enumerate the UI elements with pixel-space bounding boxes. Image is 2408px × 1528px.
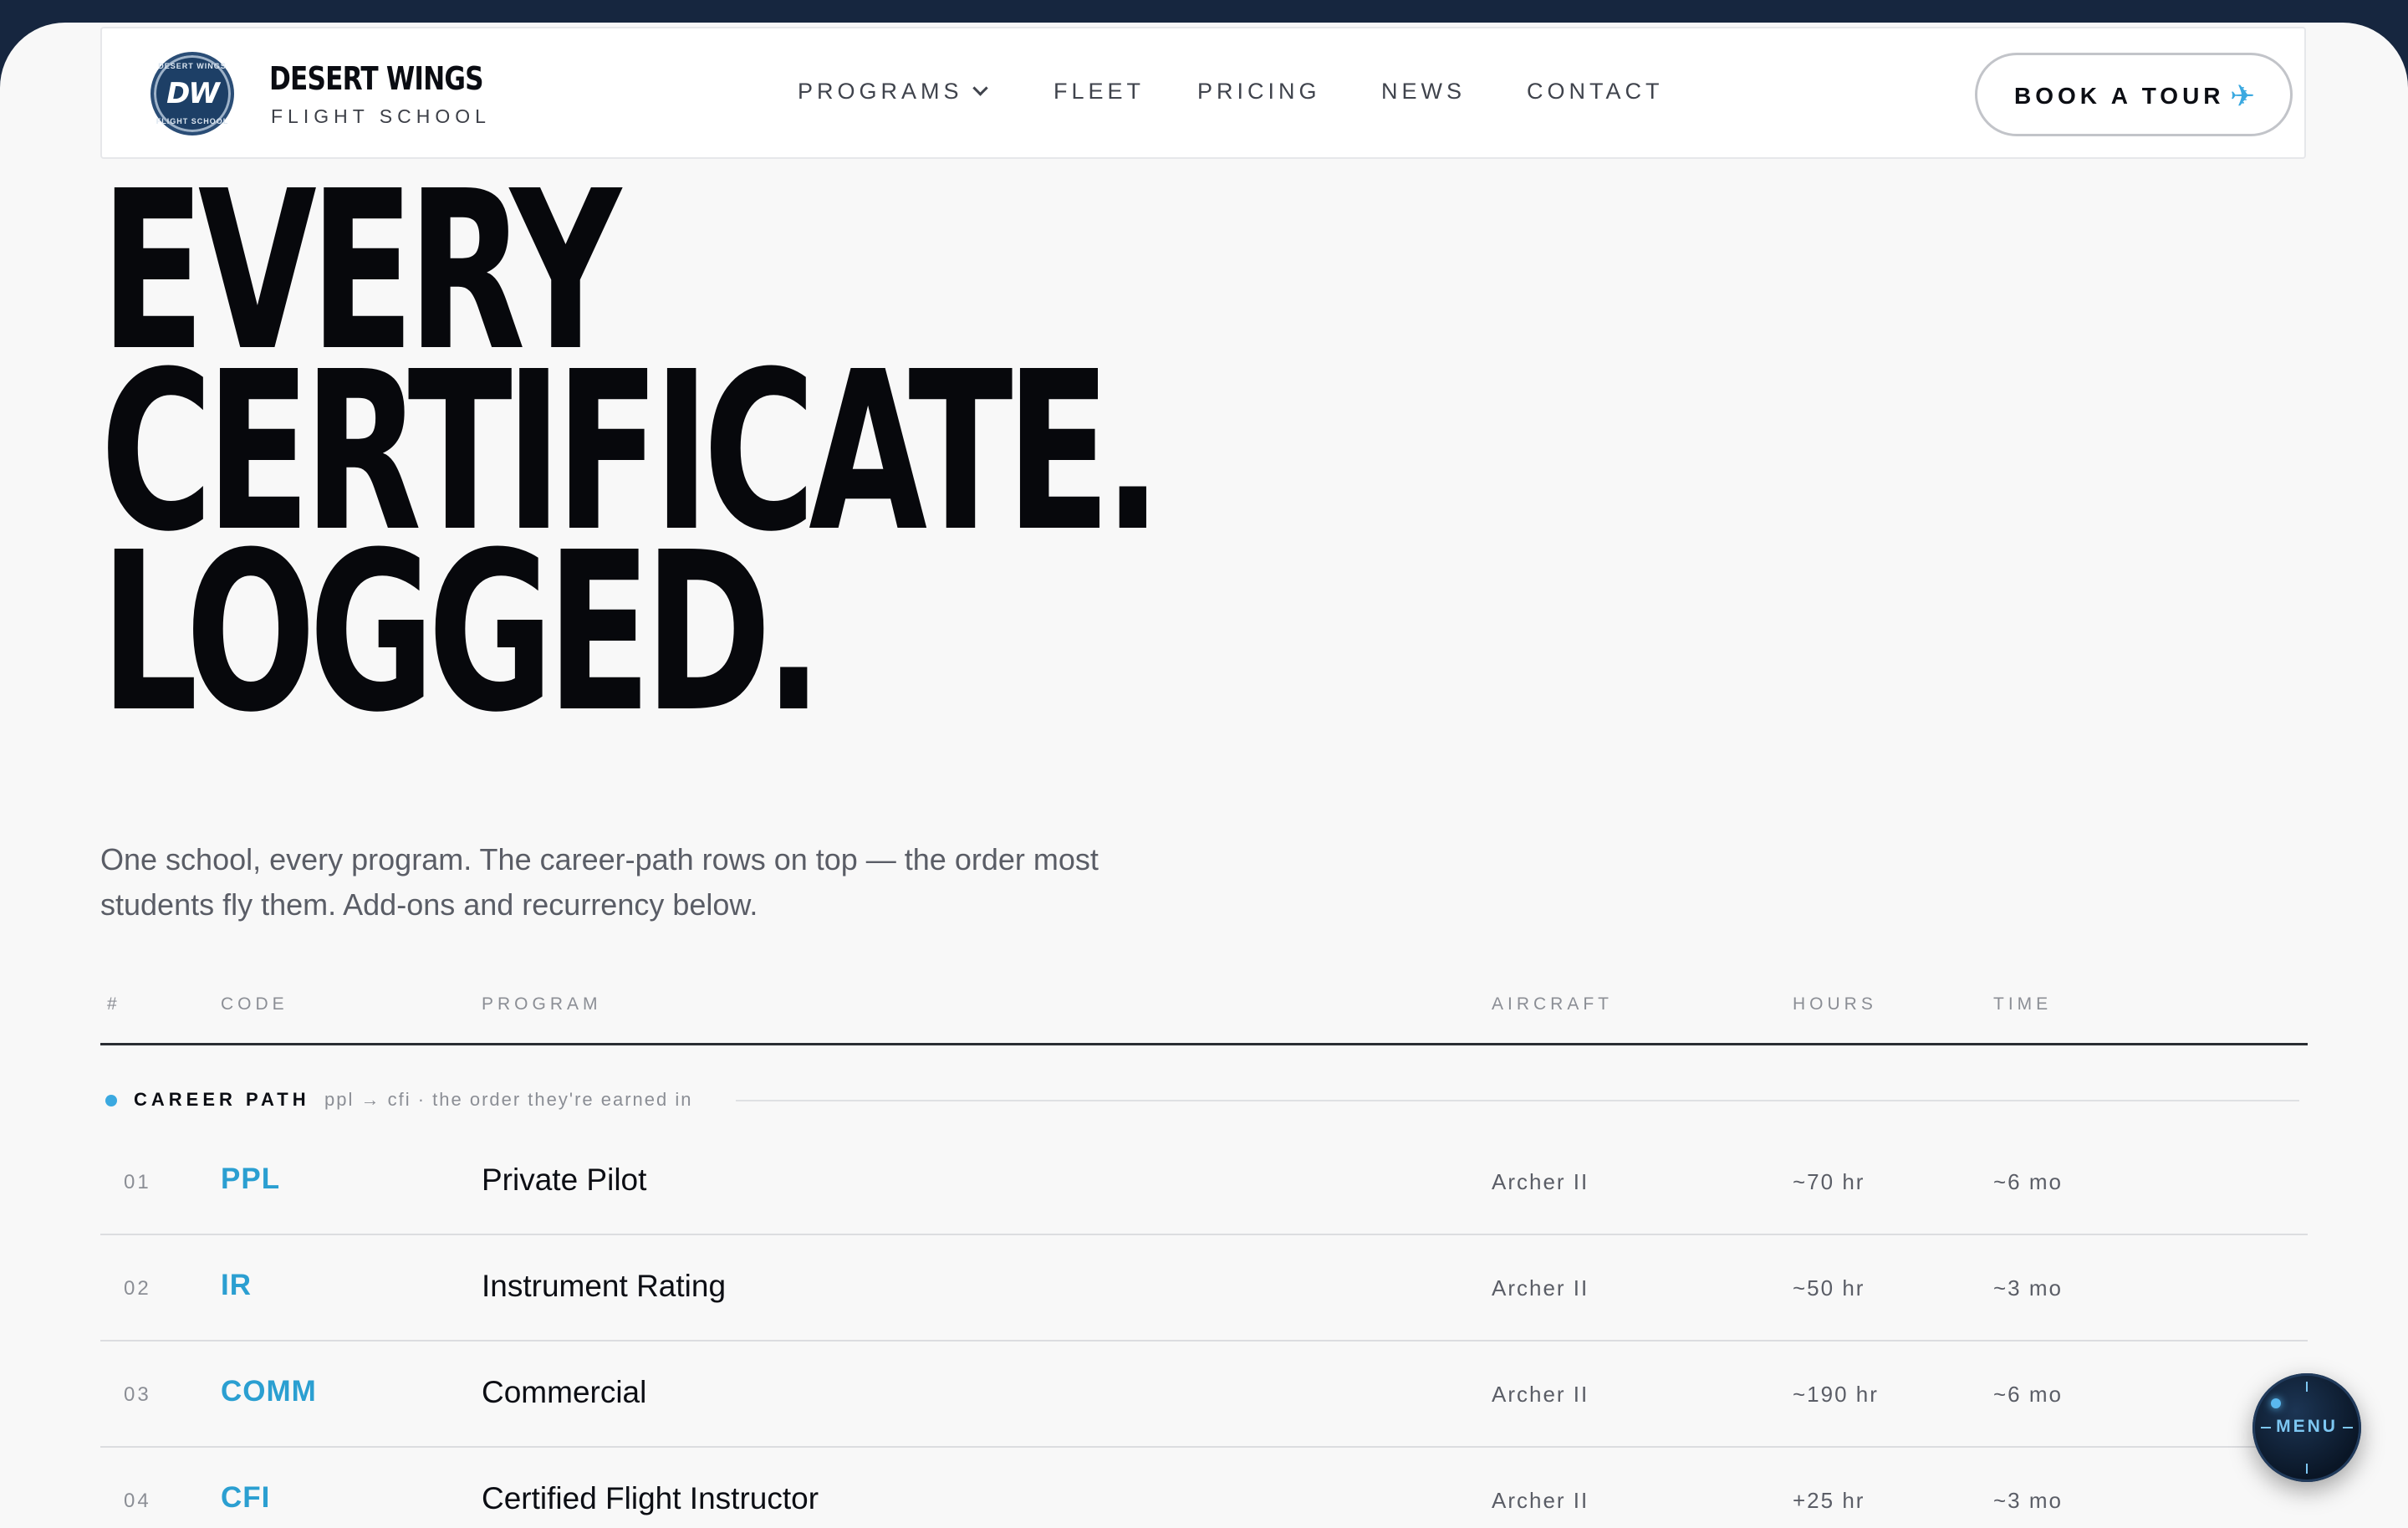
dial-tick-icon	[2306, 1382, 2308, 1392]
row-time: ~6 mo	[1993, 1382, 2063, 1407]
group-dot-icon	[105, 1095, 117, 1106]
row-code[interactable]: PPL	[221, 1163, 280, 1196]
group-title: CAREER PATH	[134, 1089, 310, 1110]
row-num: 01	[124, 1171, 151, 1193]
nav-pricing[interactable]: PRICING	[1197, 79, 1321, 105]
logo-ring-bottom: FLIGHT SCHOOL	[156, 117, 229, 125]
row-code[interactable]: CFI	[221, 1481, 270, 1515]
row-program[interactable]: Instrument Rating	[482, 1269, 726, 1304]
row-time: ~6 mo	[1993, 1169, 2063, 1194]
row-code[interactable]: COMM	[221, 1375, 317, 1408]
group-divider	[736, 1100, 2299, 1101]
nav-contact[interactable]: CONTACT	[1527, 79, 1664, 105]
col-header-aircraft: AIRCRAFT	[1492, 994, 1613, 1014]
hero-lede: One school, every program. The career-pa…	[100, 842, 1099, 922]
brand-logo[interactable]: DESERT WINGS DW FLIGHT SCHOOL	[150, 52, 234, 135]
row-aircraft: Archer II	[1492, 1275, 1589, 1301]
row-hours: ~70 hr	[1793, 1169, 1865, 1194]
row-num: 03	[124, 1383, 151, 1406]
menu-button[interactable]: MENU	[2252, 1373, 2361, 1482]
brand-name[interactable]: DESERT WINGS	[269, 60, 484, 97]
row-time: ~3 mo	[1993, 1275, 2063, 1301]
row-hours: ~190 hr	[1793, 1382, 1879, 1407]
table-row[interactable]: 01 PPL Private Pilot Archer II ~70 hr ~6…	[100, 1127, 2308, 1235]
group-career-path: CAREER PATH ppl → cfi · the order they'r…	[100, 1085, 2308, 1118]
book-a-tour-button[interactable]: BOOK A TOUR ✈	[1975, 53, 2293, 136]
row-program[interactable]: Private Pilot	[482, 1163, 646, 1198]
chevron-down-icon	[972, 80, 988, 96]
col-header-code: CODE	[221, 994, 288, 1014]
nav-news[interactable]: NEWS	[1381, 79, 1466, 105]
row-hours: +25 hr	[1793, 1488, 1865, 1513]
table-row[interactable]: 03 COMM Commercial Archer II ~190 hr ~6 …	[100, 1340, 2308, 1448]
book-a-tour-label: BOOK A TOUR	[2014, 83, 2225, 109]
col-header-program: PROGRAM	[482, 994, 602, 1014]
menu-indicator-icon	[2271, 1398, 2281, 1408]
row-aircraft: Archer II	[1492, 1488, 1589, 1513]
row-hours: ~50 hr	[1793, 1275, 1865, 1301]
col-header-hours: HOURS	[1793, 994, 1877, 1014]
nav-programs[interactable]: PROGRAMS	[798, 79, 988, 105]
programs-table-header: # CODE PROGRAM AIRCRAFT HOURS TIME	[100, 993, 2308, 1045]
airplane-icon: ✈	[2230, 79, 2256, 113]
nav-programs-label: PROGRAMS	[798, 79, 963, 104]
row-num: 04	[124, 1490, 151, 1512]
row-time: ~3 mo	[1993, 1488, 2063, 1513]
nav-fleet[interactable]: FLEET	[1054, 79, 1145, 105]
row-code[interactable]: IR	[221, 1269, 252, 1302]
col-header-time: TIME	[1993, 994, 2053, 1014]
table-row[interactable]: 02 IR Instrument Rating Archer II ~50 hr…	[100, 1234, 2308, 1341]
brand-subtitle: FLIGHT SCHOOL	[271, 105, 491, 127]
site-header: DESERT WINGS DW FLIGHT SCHOOL DESERT WIN…	[100, 27, 2306, 159]
page-frame: DESERT WINGS DW FLIGHT SCHOOL DESERT WIN…	[0, 23, 2408, 1528]
col-header-num: #	[107, 994, 121, 1014]
menu-label: MENU	[2276, 1417, 2338, 1436]
table-row[interactable]: 04 CFI Certified Flight Instructor Arche…	[100, 1446, 2308, 1528]
row-num: 02	[124, 1277, 151, 1300]
logo-monogram: DW	[166, 77, 220, 110]
row-program[interactable]: Certified Flight Instructor	[482, 1481, 819, 1516]
hero-heading: EVERY CERTIFICATE. LOGGED.	[100, 162, 1162, 743]
dial-tick-icon	[2306, 1464, 2308, 1474]
group-note: ppl → cfi · the order they're earned in	[324, 1089, 693, 1110]
logo-ring-top: DESERT WINGS	[158, 62, 227, 70]
row-program[interactable]: Commercial	[482, 1375, 646, 1410]
row-aircraft: Archer II	[1492, 1382, 1589, 1407]
row-aircraft: Archer II	[1492, 1169, 1589, 1194]
